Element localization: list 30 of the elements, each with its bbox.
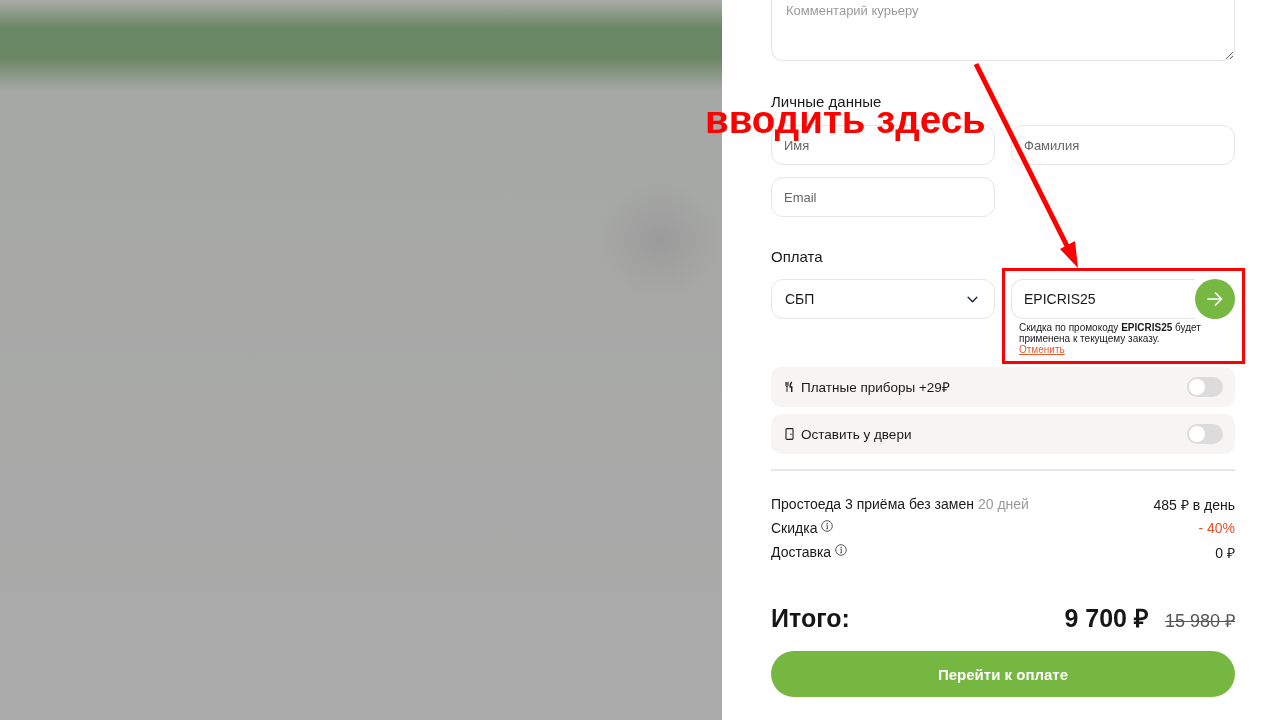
option-label: Оставить у двери [801,426,913,442]
info-icon[interactable] [821,520,834,532]
old-price: 15 980 ₽ [1164,611,1235,632]
text-input-field[interactable]: Email [771,177,995,217]
info-icon[interactable] [835,544,848,556]
section-heading: Оплата [771,249,824,265]
summary-label: Скидка [771,520,818,536]
comment-textarea[interactable]: Комментарий курьеру [771,0,1235,61]
toggle-switch[interactable] [1187,377,1223,397]
promo-message: Скидка по промокоду EPICRIS25 будет применена к текущему заказу. [1018,322,1202,344]
total-label: Итого: [771,604,851,633]
summary-note: 20 дней [977,496,1029,512]
fork-knife-icon [785,381,794,393]
summary-label: Простоеда 3 приёма без замен [771,496,974,512]
payment-method-select[interactable]: СБП [771,279,995,319]
summary-value: 0 ₽ [1215,543,1235,562]
apply-promo-button[interactable] [1195,279,1235,319]
total-price: 9 700 ₽ [1064,604,1149,633]
chevron-down-icon [967,295,978,303]
option-label: Платные приборы +29₽ [801,379,951,396]
text-input-field[interactable]: Фамилия [1011,125,1235,165]
toggle-switch[interactable] [1187,424,1223,444]
summary-value: 485 ₽ в день [1153,495,1235,514]
arrow-right-icon [1207,292,1223,306]
promo-code-field[interactable]: EPICRIS25 [1011,279,1195,319]
summary-label: Доставка [771,544,832,560]
section-heading: Личные данные [771,94,883,109]
cancel-promo-link[interactable]: Отменить [1019,344,1065,355]
door-icon [785,428,794,440]
summary-value: - 40% [1198,520,1235,536]
